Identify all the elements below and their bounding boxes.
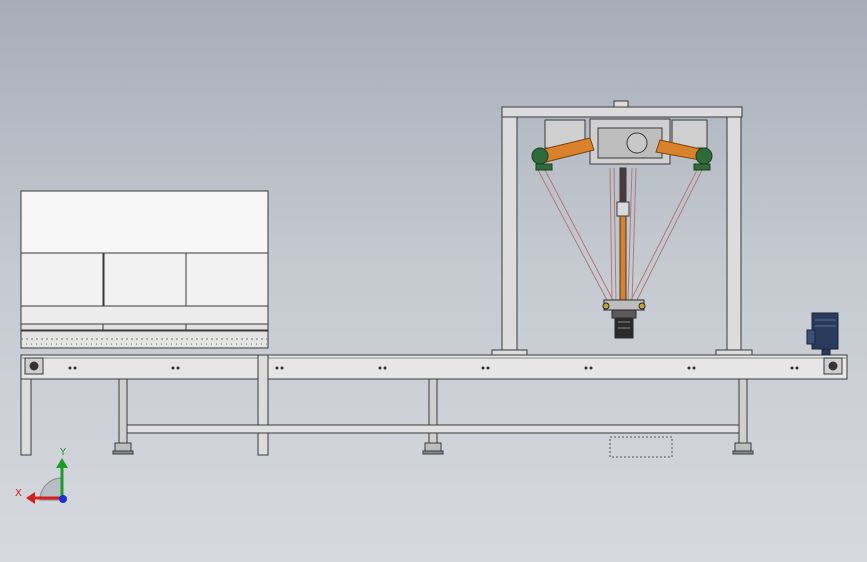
center-shaft	[616, 167, 630, 301]
conveyor-frame	[20, 354, 848, 458]
end-effector	[602, 299, 646, 339]
coordinate-triad: Y X	[15, 447, 68, 504]
drive-motor	[806, 312, 839, 356]
feed-hood	[20, 190, 269, 349]
x-axis-arrowhead	[26, 492, 35, 504]
cad-viewport: Y X	[15, 100, 848, 504]
z-axis-dot	[59, 495, 67, 503]
delta-robot	[531, 118, 713, 339]
x-axis-label: X	[15, 488, 22, 499]
y-axis-label: Y	[59, 447, 67, 458]
y-axis-arrowhead	[56, 458, 68, 468]
